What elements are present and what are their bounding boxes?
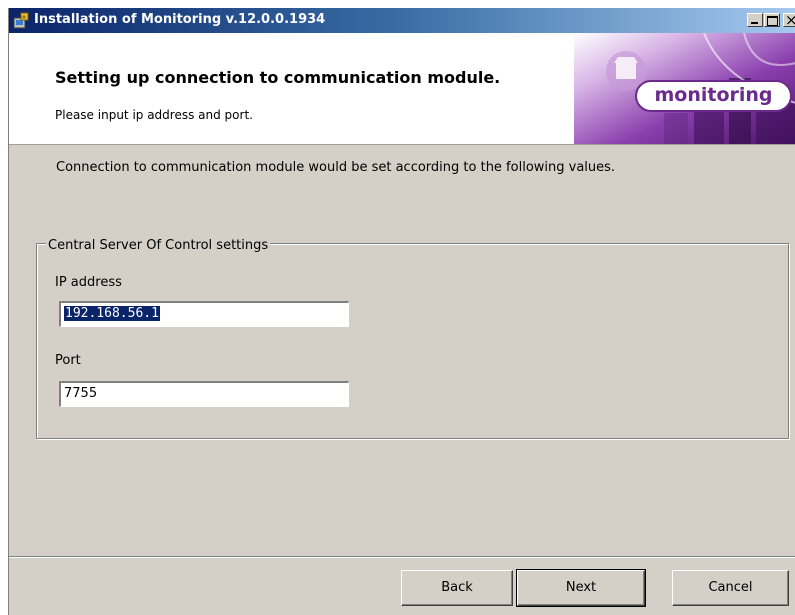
ip-address-input[interactable]: 192.168.56.1 [59,301,349,327]
intro-text: Connection to communication module would… [56,160,616,175]
footer-divider [9,556,795,558]
back-button[interactable]: Back [401,570,513,606]
page-subtitle: Please input ip address and port. [55,108,253,122]
port-value: 7755 [64,386,98,401]
ip-address-value: 192.168.56.1 [64,306,160,321]
cancel-button[interactable]: Cancel [672,570,789,606]
minimize-button[interactable] [747,13,763,27]
monitoring-logo: monitoring [635,80,792,112]
ip-address-label: IP address [55,275,122,290]
page-title: Setting up connection to communication m… [55,68,501,87]
group-legend: Central Server Of Control settings [46,238,271,253]
header-banner: Setting up connection to communication m… [9,33,795,145]
server-settings-group [36,243,789,439]
port-label: Port [55,353,81,368]
maximize-button[interactable] [764,13,780,27]
title-bar[interactable]: Installation of Monitoring v.12.0.0.1934 [9,8,795,33]
close-button[interactable] [783,11,795,29]
installer-window: Installation of Monitoring v.12.0.0.1934… [8,8,795,615]
window-title: Installation of Monitoring v.12.0.0.1934 [34,12,326,27]
installer-icon [13,12,29,29]
port-input[interactable]: 7755 [59,381,349,407]
next-button[interactable]: Next [516,569,646,607]
